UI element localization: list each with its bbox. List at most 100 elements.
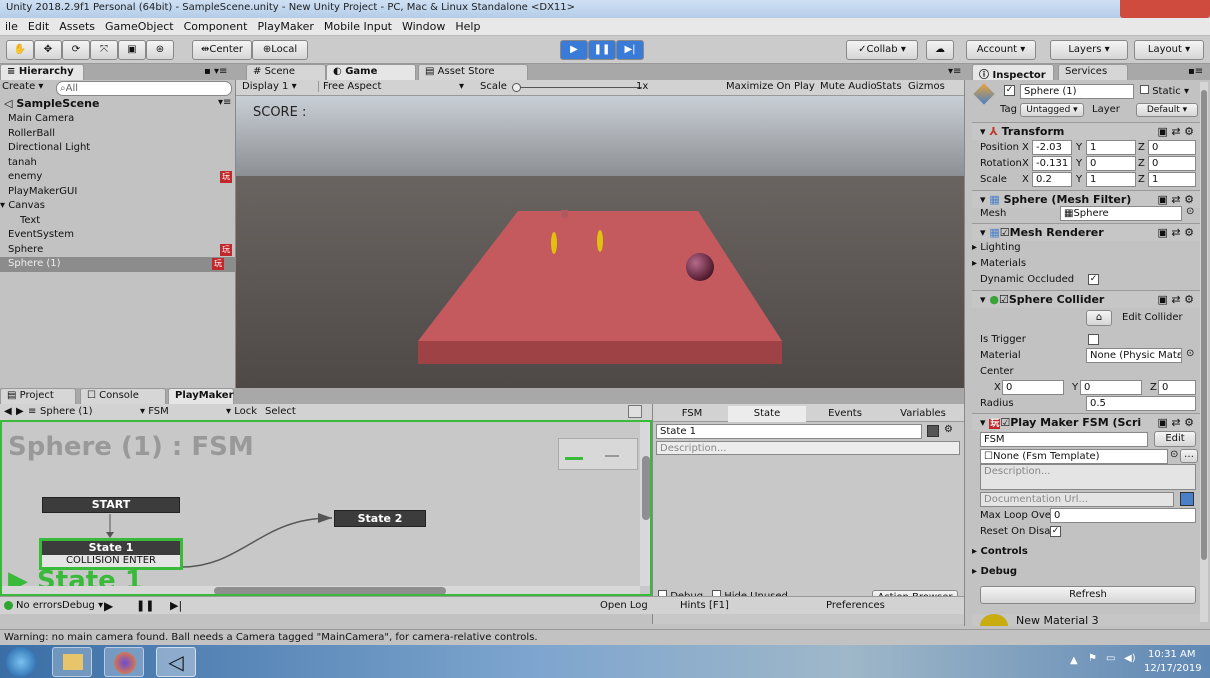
tab-variables[interactable]: Variables — [884, 406, 962, 422]
component-menu-icons[interactable]: ▣ ⇄ ⚙ — [1158, 414, 1194, 431]
object-selector[interactable]: Sphere (1) — [40, 406, 136, 417]
material-footer[interactable]: New Material 3 — [972, 614, 1200, 626]
collab-dropdown[interactable]: ✓Collab ▾ — [846, 40, 918, 60]
layer-dropdown[interactable]: Default ▾ — [1136, 103, 1198, 117]
pause-button[interactable]: ❚❚ — [588, 40, 616, 60]
layout-dropdown[interactable]: Layout ▾ — [1134, 40, 1204, 60]
edit-collider-button-icon[interactable]: ⌂ — [1086, 310, 1112, 326]
preferences-button[interactable]: Preferences — [826, 600, 885, 611]
transform-header[interactable]: ▾ ⅄ Transform ▣ ⇄ ⚙ — [972, 122, 1200, 140]
component-menu-icons[interactable]: ▣ ⇄ ⚙ — [1158, 123, 1194, 140]
scale-tool-icon[interactable]: ⤧ — [90, 40, 118, 60]
sphere-collider-header[interactable]: ▾ ●☑Sphere Collider ▣ ⇄ ⚙ — [972, 290, 1200, 308]
menu-component[interactable]: Component — [179, 18, 253, 33]
hierarchy-item[interactable]: Sphere 玩 — [8, 243, 232, 258]
lighting-foldout[interactable]: ▸ Lighting — [972, 240, 1021, 256]
lock-button[interactable]: ▾ Lock — [226, 406, 257, 417]
display-dropdown[interactable]: Display 1 ▾ — [242, 81, 310, 92]
doc-url-field[interactable]: Documentation Url... — [980, 492, 1174, 507]
position-y-field[interactable]: 1 — [1086, 140, 1136, 155]
hierarchy-search-input[interactable]: ⌕All — [56, 81, 232, 96]
component-menu-icons[interactable]: ▣ ⇄ ⚙ — [1158, 291, 1194, 308]
tab-playmaker[interactable]: PlayMaker — [168, 388, 234, 404]
fsm-template-field[interactable]: ☐None (Fsm Template) — [980, 449, 1168, 464]
scale-slider-thumb[interactable] — [512, 83, 521, 92]
hierarchy-menu-icon[interactable]: ▪ ▾≡ — [204, 66, 227, 77]
menu-gameobject[interactable]: GameObject — [100, 18, 179, 33]
playmaker-fsm-header[interactable]: ▾ 玩☑Play Maker FSM (Scri ▣ ⇄ ⚙ — [972, 413, 1200, 431]
taskbar-unity-icon[interactable]: ◁ — [156, 647, 196, 677]
rotation-z-field[interactable]: 0 — [1148, 156, 1196, 171]
tab-inspector[interactable]: ⓘ Inspector — [972, 64, 1054, 81]
graph-vertical-scrollbar[interactable] — [640, 422, 650, 586]
dynamic-occluded-checkbox[interactable]: ✓ — [1088, 274, 1099, 285]
center-y-field[interactable]: 0 — [1080, 380, 1142, 395]
tray-network-icon[interactable]: ▭ — [1106, 653, 1115, 664]
pivot-local-button[interactable]: ⊕Local — [252, 40, 308, 60]
menu-playmaker[interactable]: PlayMaker — [252, 18, 318, 33]
clock-date[interactable]: 12/17/2019 — [1144, 663, 1202, 674]
aspect-dropdown[interactable]: Free Aspect ▾ — [318, 81, 468, 92]
hierarchy-item[interactable]: PlayMakerGUI — [8, 185, 226, 200]
state-color-swatch[interactable] — [927, 425, 939, 437]
tab-services[interactable]: Services — [1058, 64, 1128, 80]
scale-slider[interactable] — [512, 87, 642, 88]
play-button[interactable]: ▶ — [560, 40, 588, 60]
mesh-field[interactable]: ▦Sphere — [1060, 206, 1182, 221]
template-picker-icon[interactable]: ⊙ — [1170, 449, 1178, 460]
position-z-field[interactable]: 0 — [1148, 140, 1196, 155]
menu-file[interactable]: ile — [0, 18, 23, 33]
debug-step-icon[interactable]: ▶| — [170, 599, 182, 612]
inspector-scrollbar[interactable] — [1200, 82, 1208, 622]
list-icon[interactable]: ≡ — [28, 406, 36, 417]
game-view[interactable]: SCORE : — [236, 96, 964, 388]
active-checkbox[interactable]: ✓ — [1004, 85, 1015, 96]
stats-toggle[interactable]: Stats — [876, 81, 902, 92]
doc-url-icon[interactable] — [1180, 492, 1194, 506]
step-button[interactable]: ▶| — [616, 40, 644, 60]
hierarchy-item[interactable]: Text — [20, 214, 226, 229]
position-x-field[interactable]: -2.03 — [1032, 140, 1072, 155]
tab-project[interactable]: ▤ Project — [0, 388, 76, 404]
tab-events[interactable]: Events — [806, 406, 884, 422]
menu-help[interactable]: Help — [450, 18, 485, 33]
controls-foldout[interactable]: ▸ Controls — [972, 544, 1028, 560]
hierarchy-item[interactable]: RollerBall — [8, 127, 226, 142]
tab-asset-store[interactable]: ▤ Asset Store — [418, 64, 528, 80]
tab-scene[interactable]: # Scene — [246, 64, 326, 80]
forward-icon[interactable]: ▶ — [16, 406, 24, 417]
reset-on-disable-checkbox[interactable]: ✓ — [1050, 526, 1061, 537]
center-x-field[interactable]: 0 — [1002, 380, 1064, 395]
tray-flag-icon[interactable]: ⚑ — [1088, 653, 1097, 664]
debug-foldout[interactable]: ▸ Debug — [972, 564, 1017, 580]
state-settings-icon[interactable]: ⚙ — [944, 424, 953, 435]
radius-field[interactable]: 0.5 — [1086, 396, 1196, 411]
cloud-icon[interactable]: ☁ — [926, 40, 954, 60]
object-name-field[interactable]: Sphere (1) — [1020, 84, 1134, 99]
start-button[interactable] — [6, 647, 36, 677]
hierarchy-item[interactable]: ▾ Canvas — [0, 199, 218, 214]
window-controls[interactable] — [1120, 0, 1210, 18]
inspector-menu-icon[interactable]: ▪≡ — [1188, 66, 1203, 77]
debug-dropdown[interactable]: Debug ▾ — [62, 600, 103, 611]
hierarchy-item[interactable]: Sphere (1) 玩 — [0, 257, 236, 272]
is-trigger-checkbox[interactable] — [1088, 334, 1099, 345]
move-tool-icon[interactable]: ✥ — [34, 40, 62, 60]
menu-mobile-input[interactable]: Mobile Input — [319, 18, 397, 33]
refresh-button[interactable]: Refresh — [980, 586, 1196, 604]
mesh-renderer-enabled-checkbox[interactable]: ☑ — [1000, 226, 1010, 239]
state-description-field[interactable]: Description... — [656, 441, 960, 455]
taskbar-explorer-icon[interactable] — [52, 647, 92, 677]
graph-horizontal-scrollbar[interactable] — [2, 586, 640, 594]
tag-dropdown[interactable]: Untagged ▾ — [1020, 103, 1084, 117]
rotate-tool-icon[interactable]: ⟳ — [62, 40, 90, 60]
menu-window[interactable]: Window — [397, 18, 450, 33]
tab-hierarchy[interactable]: ≡ Hierarchy — [0, 64, 84, 80]
fsm-graph-view[interactable]: Sphere (1) : FSM START State 1 COLLISION… — [0, 420, 652, 596]
hierarchy-item[interactable]: Main Camera — [8, 112, 226, 127]
hand-tool-icon[interactable]: ✋ — [6, 40, 34, 60]
rotation-y-field[interactable]: 0 — [1086, 156, 1136, 171]
static-checkbox[interactable]: Static ▾ — [1140, 85, 1189, 97]
tab-state[interactable]: State — [728, 406, 806, 422]
scale-z-field[interactable]: 1 — [1148, 172, 1196, 187]
